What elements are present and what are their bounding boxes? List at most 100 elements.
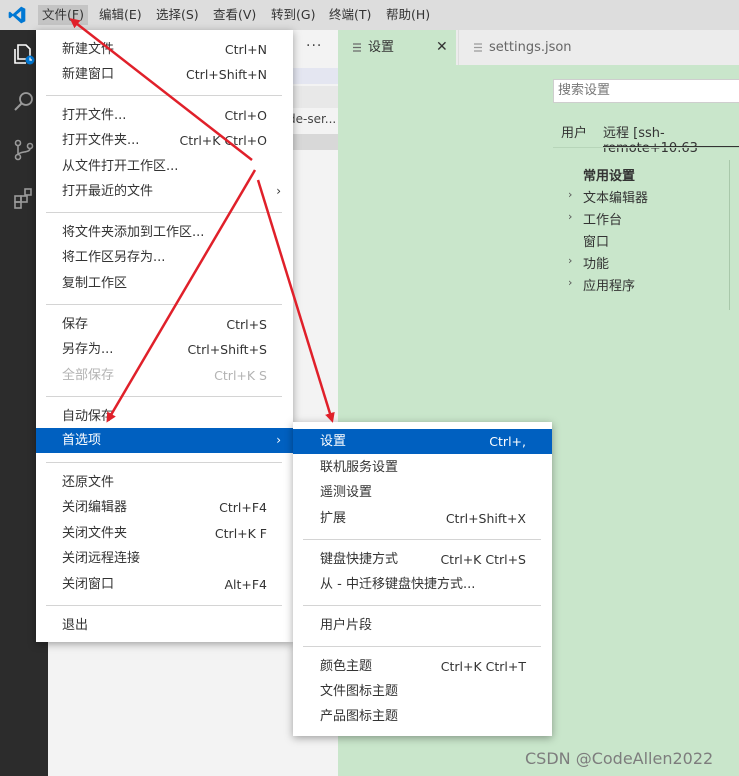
menu-item-label: 关闭远程连接 xyxy=(62,551,141,566)
menu-item-auto-save[interactable]: 自动保存 xyxy=(36,404,293,429)
menu-item-close-folder[interactable]: 关闭文件夹 Ctrl+K F xyxy=(36,521,293,546)
menu-item-label: 颜色主题 xyxy=(320,659,373,674)
extensions-icon[interactable] xyxy=(12,186,36,210)
menu-item-label: 打开文件... xyxy=(62,108,127,123)
menu-item-preferences[interactable]: 首选项 › xyxy=(36,428,293,453)
tree-item-common[interactable]: 常用设置 xyxy=(583,165,635,184)
menu-item-label: 另存为... xyxy=(62,342,114,357)
menu-item-revert-file[interactable]: 还原文件 xyxy=(36,470,293,495)
menu-go[interactable]: 转到(G) xyxy=(267,5,319,25)
menu-item-extensions[interactable]: 扩展 Ctrl+Shift+X xyxy=(293,506,552,531)
chevron-right-icon: › xyxy=(568,254,573,267)
tree-item-window[interactable]: 窗口 xyxy=(583,231,609,250)
menu-item-shortcut: Ctrl+N xyxy=(224,42,267,57)
tree-item-features[interactable]: 功能 xyxy=(583,253,609,272)
menu-item-label: 新建文件 xyxy=(62,42,115,57)
menu-item-close-remote[interactable]: 关闭远程连接 xyxy=(36,546,293,571)
menu-separator xyxy=(46,605,282,606)
menu-item-shortcut: Ctrl+K Ctrl+T xyxy=(440,659,526,674)
menu-item-label: 扩展 xyxy=(320,511,347,526)
menu-item-online-services[interactable]: 联机服务设置 xyxy=(293,455,552,480)
menu-item-label: 从文件打开工作区... xyxy=(62,159,179,174)
menu-item-save[interactable]: 保存 Ctrl+S xyxy=(36,312,293,337)
tab-settings[interactable]: 设置 ✕ xyxy=(338,30,456,65)
menu-item-open-file[interactable]: 打开文件... Ctrl+O xyxy=(36,103,293,128)
menu-item-label: 打开最近的文件 xyxy=(62,184,154,199)
menu-item-label: 文件图标主题 xyxy=(320,684,399,699)
menu-item-label: 首选项 xyxy=(62,433,102,448)
menu-item-label: 关闭文件夹 xyxy=(62,526,128,541)
menu-item-shortcut: Ctrl+K S xyxy=(214,368,267,383)
vscode-logo-icon xyxy=(8,6,26,24)
menu-item-label: 关闭编辑器 xyxy=(62,500,128,515)
menu-item-shortcut: Ctrl+K Ctrl+O xyxy=(179,133,267,148)
menu-edit[interactable]: 编辑(E) xyxy=(95,5,146,25)
menu-bar: 文件(F) 编辑(E) 选择(S) 查看(V) 转到(G) 终端(T) 帮助(H… xyxy=(0,0,739,30)
menu-item-shortcut: Ctrl+, xyxy=(489,434,526,449)
chevron-right-icon: › xyxy=(276,433,281,447)
scope-tab-remote[interactable]: 远程 [ssh-remote+10.63 xyxy=(603,122,739,156)
menu-item-new-file[interactable]: 新建文件 Ctrl+N xyxy=(36,37,293,62)
menu-file[interactable]: 文件(F) xyxy=(38,5,88,25)
menu-item-save-workspace-as[interactable]: 将工作区另存为... xyxy=(36,245,293,270)
close-icon[interactable]: ✕ xyxy=(436,30,448,65)
menu-separator xyxy=(303,605,541,606)
menu-item-exit[interactable]: 退出 xyxy=(36,613,293,638)
menu-item-shortcut: Alt+F4 xyxy=(224,577,267,592)
menu-item-duplicate-workspace[interactable]: 复制工作区 xyxy=(36,271,293,296)
menu-terminal[interactable]: 终端(T) xyxy=(325,5,375,25)
scope-divider xyxy=(553,147,739,148)
tree-item-text-editor[interactable]: 文本编辑器 xyxy=(583,187,648,206)
menu-help[interactable]: 帮助(H) xyxy=(382,5,434,25)
menu-item-new-window[interactable]: 新建窗口 Ctrl+Shift+N xyxy=(36,62,293,87)
menu-item-open-recent[interactable]: 打开最近的文件 › xyxy=(36,179,293,204)
menu-item-shortcut: Ctrl+F4 xyxy=(219,500,267,515)
menu-item-label: 关闭窗口 xyxy=(62,577,115,592)
menu-item-add-folder-workspace[interactable]: 将文件夹添加到工作区... xyxy=(36,220,293,245)
menu-separator xyxy=(46,462,282,463)
search-icon[interactable] xyxy=(12,90,36,114)
scope-tab-user[interactable]: 用户 xyxy=(561,122,587,141)
menu-item-label: 将文件夹添加到工作区... xyxy=(62,225,205,240)
tree-item-workbench[interactable]: 工作台 xyxy=(583,209,622,228)
menu-item-product-icon-theme[interactable]: 产品图标主题 xyxy=(293,704,552,729)
menu-item-color-theme[interactable]: 颜色主题 Ctrl+K Ctrl+T xyxy=(293,654,552,679)
tab-settings-json[interactable]: settings.json xyxy=(458,30,589,65)
menu-item-shortcut: Ctrl+Shift+X xyxy=(445,511,526,526)
menu-item-migrate-shortcuts[interactable]: 从 - 中迁移键盘快捷方式... xyxy=(293,572,552,597)
menu-item-close-window[interactable]: 关闭窗口 Alt+F4 xyxy=(36,572,293,597)
explorer-icon[interactable] xyxy=(12,42,36,66)
menu-item-label: 设置 xyxy=(320,434,347,449)
chevron-right-icon: › xyxy=(568,188,573,201)
menu-separator xyxy=(46,95,282,96)
menu-item-save-all[interactable]: 全部保存 Ctrl+K S xyxy=(36,363,293,388)
menu-item-keyboard-shortcuts[interactable]: 键盘快捷方式 Ctrl+K Ctrl+S xyxy=(293,547,552,572)
menu-separator xyxy=(46,396,282,397)
tab-label: 设置 xyxy=(368,40,395,55)
menu-item-user-snippets[interactable]: 用户片段 xyxy=(293,613,552,638)
menu-item-file-icon-theme[interactable]: 文件图标主题 xyxy=(293,679,552,704)
menu-view[interactable]: 查看(V) xyxy=(209,5,260,25)
menu-item-telemetry[interactable]: 遥测设置 xyxy=(293,480,552,505)
watermark: CSDN @CodeAllen2022 xyxy=(525,749,714,768)
menu-item-label: 遥测设置 xyxy=(320,485,373,500)
menu-separator xyxy=(303,539,541,540)
source-control-icon[interactable] xyxy=(12,138,36,162)
menu-item-close-editor[interactable]: 关闭编辑器 Ctrl+F4 xyxy=(36,495,293,520)
scope-active-underline xyxy=(603,146,739,147)
menu-item-save-as[interactable]: 另存为... Ctrl+Shift+S xyxy=(36,337,293,362)
menu-item-shortcut: Ctrl+O xyxy=(224,108,267,123)
menu-selection[interactable]: 选择(S) xyxy=(152,5,203,25)
menu-item-open-folder[interactable]: 打开文件夹... Ctrl+K Ctrl+O xyxy=(36,128,293,153)
menu-item-open-workspace[interactable]: 从文件打开工作区... xyxy=(36,154,293,179)
menu-item-settings[interactable]: 设置 Ctrl+, xyxy=(293,429,552,454)
explorer-file-item[interactable]: de-ser... xyxy=(288,112,336,126)
menu-item-label: 键盘快捷方式 xyxy=(320,552,399,567)
more-actions-icon[interactable]: ··· xyxy=(306,38,322,54)
menu-item-shortcut: Ctrl+Shift+S xyxy=(187,342,267,357)
menu-item-label: 打开文件夹... xyxy=(62,133,140,148)
tree-item-application[interactable]: 应用程序 xyxy=(583,275,635,294)
menu-item-label: 还原文件 xyxy=(62,475,115,490)
settings-search-input[interactable]: 搜索设置 xyxy=(553,79,739,103)
menu-item-shortcut: Ctrl+K F xyxy=(214,526,267,541)
